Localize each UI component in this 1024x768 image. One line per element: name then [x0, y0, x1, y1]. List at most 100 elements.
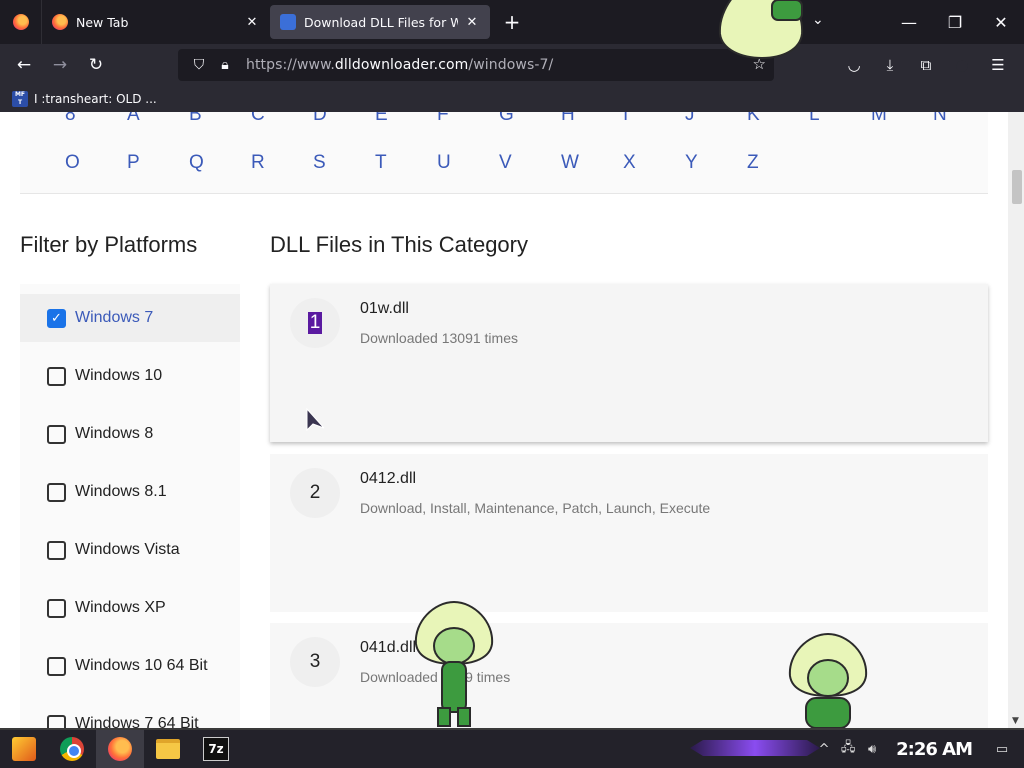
- platform-windows-7-64[interactable]: Windows 7 64 Bit: [20, 700, 240, 728]
- network-icon[interactable]: 🖧: [836, 738, 860, 760]
- tab-dll-downloader[interactable]: Download DLL Files for Windo ✕: [270, 5, 490, 39]
- account-icon[interactable]: ●: [944, 56, 980, 74]
- platform-windows-vista[interactable]: Windows Vista: [20, 526, 240, 574]
- lock-icon[interactable]: 🔒︎: [212, 57, 238, 73]
- notification-icon[interactable]: ▭: [990, 742, 1014, 757]
- alphabet-link[interactable]: R: [251, 152, 313, 174]
- platform-windows-10[interactable]: Windows 10: [20, 352, 240, 400]
- alphabet-link[interactable]: I: [623, 112, 685, 126]
- dll-card[interactable]: 3 041d.dll Downloaded 1049 times: [270, 623, 988, 728]
- dll-card[interactable]: 1 01w.dll Downloaded 13091 times: [270, 284, 988, 442]
- checkbox[interactable]: [47, 424, 66, 444]
- platform-windows-8[interactable]: Windows 8: [20, 410, 240, 458]
- firefox-view-button[interactable]: [0, 0, 42, 44]
- dll-file-name[interactable]: 041d.dll: [360, 639, 416, 657]
- alphabet-link[interactable]: F: [437, 112, 499, 126]
- bookmarks-toolbar: MF T I :transheart: OLD ...: [0, 86, 1024, 112]
- tab-new-tab[interactable]: New Tab ✕: [42, 5, 270, 39]
- alphabet-link[interactable]: Y: [685, 152, 747, 174]
- checkbox[interactable]: [47, 540, 66, 560]
- folder-icon: [156, 739, 180, 759]
- url-bar[interactable]: ⛉ 🔒︎ https://www.dlldownloader.com/windo…: [178, 49, 774, 81]
- alphabet-link[interactable]: N: [933, 112, 995, 126]
- pocket-icon[interactable]: ◡: [836, 56, 872, 74]
- scroll-down-icon[interactable]: ▼: [1012, 716, 1019, 726]
- minimize-icon[interactable]: —: [886, 0, 932, 44]
- alphabet-row: OPQRSTUVWXYZ: [65, 152, 809, 174]
- alphabet-link[interactable]: G: [499, 112, 561, 126]
- alphabet-link[interactable]: Z: [747, 152, 809, 174]
- download-icon[interactable]: ⤓: [872, 56, 908, 74]
- alphabet-link[interactable]: X: [623, 152, 685, 174]
- system-tray: ^ 🖧 🔊︎ 2:26 AM ▭: [812, 730, 1024, 768]
- alphabet-link[interactable]: S: [313, 152, 375, 174]
- taskbar-firefox[interactable]: [96, 730, 144, 768]
- alphabet-link[interactable]: Q: [189, 152, 251, 174]
- alphabet-link[interactable]: M: [871, 112, 933, 126]
- dll-rank-badge: 2: [290, 468, 340, 518]
- close-icon[interactable]: ✕: [464, 15, 480, 30]
- alphabet-link[interactable]: W: [561, 152, 623, 174]
- reload-icon[interactable]: ↻: [78, 49, 114, 81]
- alphabet-link[interactable]: H: [561, 112, 623, 126]
- platform-windows-xp[interactable]: Windows XP: [20, 584, 240, 632]
- bookmark-item[interactable]: I :transheart: OLD ...: [34, 92, 157, 106]
- dll-rank-badge: 3: [290, 637, 340, 687]
- menu-icon[interactable]: ☰: [980, 56, 1016, 74]
- alphabet-link[interactable]: 8: [65, 112, 127, 126]
- character-mascot-icon: [788, 632, 868, 728]
- alphabet-link[interactable]: P: [127, 152, 189, 174]
- character-mascot-icon: [414, 600, 494, 727]
- alphabet-link[interactable]: J: [685, 112, 747, 126]
- url-text[interactable]: https://www.dlldownloader.com/windows-7/: [246, 57, 553, 73]
- chevron-up-icon[interactable]: ^: [812, 742, 836, 757]
- bookmark-favicon-icon: MF T: [12, 91, 28, 107]
- alphabet-link[interactable]: U: [437, 152, 499, 174]
- taskbar-chrome[interactable]: [48, 730, 96, 768]
- checkbox[interactable]: [47, 482, 66, 502]
- dll-card[interactable]: 2 0412.dll Download, Install, Maintenanc…: [270, 454, 988, 612]
- forward-arrow-icon[interactable]: →: [42, 49, 78, 81]
- scrollbar-thumb[interactable]: [1012, 170, 1022, 204]
- page-scrollbar[interactable]: ▼: [1008, 112, 1024, 728]
- dll-file-description: Download, Install, Maintenance, Patch, L…: [360, 500, 711, 516]
- shield-icon[interactable]: ⛉: [186, 57, 212, 73]
- alphabet-index: 8ABCDEFGHIJKLMN OPQRSTUVWXYZ: [20, 112, 988, 194]
- taskbar-explorer[interactable]: [144, 730, 192, 768]
- 7zip-icon: 7z: [203, 737, 229, 761]
- alphabet-link[interactable]: A: [127, 112, 189, 126]
- alphabet-link[interactable]: B: [189, 112, 251, 126]
- alphabet-link[interactable]: K: [747, 112, 809, 126]
- alphabet-link[interactable]: T: [375, 152, 437, 174]
- alphabet-link[interactable]: V: [499, 152, 561, 174]
- checkbox[interactable]: [47, 656, 66, 676]
- alphabet-link[interactable]: C: [251, 112, 313, 126]
- back-arrow-icon[interactable]: ←: [6, 49, 42, 81]
- volume-icon[interactable]: 🔊︎: [860, 742, 884, 757]
- dll-file-name[interactable]: 0412.dll: [360, 470, 416, 488]
- dll-rank-badge: 1: [290, 298, 340, 348]
- taskbar-7zip[interactable]: 7z: [192, 730, 240, 768]
- alphabet-link[interactable]: D: [313, 112, 375, 126]
- chevron-down-icon[interactable]: ⌄: [812, 12, 824, 28]
- taskbar: 7z ^ 🖧 🔊︎ 2:26 AM ▭: [0, 728, 1024, 768]
- clock[interactable]: 2:26 AM: [896, 739, 973, 760]
- start-button[interactable]: [0, 730, 48, 768]
- platform-windows-8-1[interactable]: Windows 8.1: [20, 468, 240, 516]
- extensions-icon[interactable]: ⧉: [908, 56, 944, 74]
- checkbox[interactable]: [47, 366, 66, 386]
- checkbox[interactable]: [47, 598, 66, 618]
- platform-windows-7[interactable]: ✓ Windows 7: [20, 294, 240, 342]
- alphabet-link[interactable]: E: [375, 112, 437, 126]
- window-close-icon[interactable]: ✕: [978, 0, 1024, 44]
- checkbox-checked[interactable]: ✓: [47, 308, 66, 328]
- page-content: 8ABCDEFGHIJKLMN OPQRSTUVWXYZ Filter by P…: [0, 112, 1024, 728]
- platform-windows-10-64[interactable]: Windows 10 64 Bit: [20, 642, 240, 690]
- restore-icon[interactable]: ❐: [932, 0, 978, 44]
- checkbox[interactable]: [47, 714, 66, 728]
- close-icon[interactable]: ✕: [244, 15, 260, 30]
- alphabet-link[interactable]: L: [809, 112, 871, 126]
- new-tab-plus-icon[interactable]: +: [492, 10, 532, 34]
- alphabet-link[interactable]: O: [65, 152, 127, 174]
- dll-file-name[interactable]: 01w.dll: [360, 300, 409, 318]
